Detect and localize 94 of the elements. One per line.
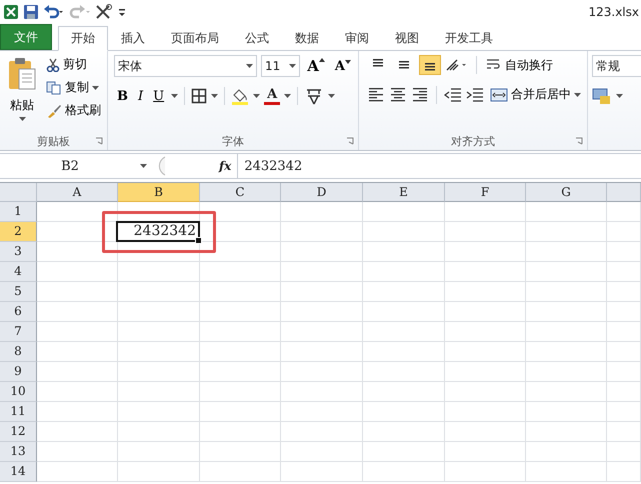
caret-icon[interactable]: [328, 94, 336, 98]
ribbon-tab[interactable]: 开始: [58, 26, 108, 51]
row-header[interactable]: 5: [0, 282, 37, 302]
row-header[interactable]: 8: [0, 342, 37, 362]
caret-icon[interactable]: [246, 64, 253, 68]
file-tab[interactable]: 文件: [0, 24, 52, 50]
column-header[interactable]: F: [445, 183, 526, 202]
cut-button[interactable]: 剪切: [44, 55, 103, 74]
spreadsheet-app-icon: [3, 4, 19, 20]
row-header[interactable]: 11: [0, 402, 37, 422]
caret-icon[interactable]: [92, 86, 99, 90]
dialog-launcher-icon[interactable]: [95, 137, 103, 145]
column-header[interactable]: D: [281, 183, 363, 202]
caret-icon[interactable]: [171, 94, 178, 98]
insert-function-button[interactable]: fx: [213, 159, 238, 173]
copy-button[interactable]: 复制: [44, 78, 103, 97]
caret-icon[interactable]: [253, 94, 260, 98]
ribbon-tab[interactable]: 插入: [108, 26, 158, 51]
row-header[interactable]: 4: [0, 262, 37, 282]
column-header[interactable]: [607, 183, 641, 202]
wrap-text-button[interactable]: 自动换行: [484, 56, 555, 74]
scissors-icon: [46, 58, 60, 72]
borders-icon[interactable]: [191, 88, 208, 104]
row-header[interactable]: 12: [0, 422, 37, 442]
paste-button[interactable]: 粘贴: [4, 55, 40, 128]
brush-icon: [46, 104, 62, 118]
caret-icon[interactable]: [574, 92, 581, 96]
column-header[interactable]: C: [200, 183, 281, 202]
font-name-field[interactable]: 宋体: [114, 55, 257, 77]
underline-button[interactable]: U: [150, 88, 168, 104]
column-header[interactable]: B: [118, 183, 200, 202]
caret-icon[interactable]: [211, 94, 218, 98]
merge-center-button[interactable]: 合并后居中: [488, 85, 583, 104]
increase-indent-icon[interactable]: [466, 88, 484, 102]
group-label: 字体: [222, 134, 244, 148]
font-color-button[interactable]: A: [264, 88, 280, 104]
formula-field[interactable]: 2432342: [237, 154, 641, 178]
font-size-field[interactable]: 11: [260, 55, 300, 77]
ribbon-tab[interactable]: 视图: [382, 26, 432, 51]
caret-icon[interactable]: [289, 64, 296, 68]
align-lines-icon: [425, 63, 435, 71]
horizontal-align-icon[interactable]: [411, 88, 429, 102]
caret-icon[interactable]: [18, 117, 26, 121]
row-header[interactable]: 10: [0, 382, 37, 402]
horizontal-align-icon[interactable]: [389, 88, 407, 102]
row-header[interactable]: 9: [0, 362, 37, 382]
caret-icon[interactable]: [616, 94, 623, 98]
group-label: 对齐方式: [451, 134, 495, 148]
row-header[interactable]: 7: [0, 322, 37, 342]
copy-icon: [46, 80, 62, 94]
tools-icon[interactable]: [95, 4, 113, 20]
column-header[interactable]: E: [363, 183, 445, 202]
row-header[interactable]: 2: [0, 222, 37, 242]
dialog-launcher-icon[interactable]: [575, 137, 583, 145]
ribbon-tab[interactable]: 公式: [232, 26, 282, 51]
window-title: 123.xlsx: [588, 5, 639, 19]
dialog-launcher-icon[interactable]: [346, 137, 354, 145]
shrink-font-button[interactable]: A: [332, 58, 354, 74]
currency-format-icon[interactable]: [592, 87, 612, 105]
name-box[interactable]: B2: [0, 158, 140, 174]
italic-button[interactable]: I: [135, 88, 146, 104]
clipboard-icon: [7, 57, 37, 91]
save-icon[interactable]: [23, 4, 39, 20]
fill-bucket-icon[interactable]: [231, 87, 250, 105]
column-header[interactable]: A: [37, 183, 118, 202]
merge-cells-icon: [490, 88, 508, 102]
align-lines-icon: [373, 59, 383, 67]
up-triangle-icon: [318, 58, 325, 62]
column-header[interactable]: G: [526, 183, 607, 202]
ribbon-tab[interactable]: 审阅: [332, 26, 382, 51]
align-lines-icon: [399, 61, 409, 69]
caret-icon[interactable]: [284, 94, 292, 98]
row-header[interactable]: 14: [0, 462, 37, 482]
horizontal-align-icon[interactable]: [367, 88, 385, 102]
number-format-field[interactable]: 常规: [592, 55, 641, 77]
row-header[interactable]: 6: [0, 302, 37, 322]
vertical-align-button[interactable]: [419, 55, 441, 75]
text-orientation-icon[interactable]: [445, 58, 469, 72]
bold-button[interactable]: B: [114, 88, 131, 104]
group-label: 剪贴板: [37, 134, 70, 148]
decrease-indent-icon[interactable]: [444, 88, 462, 102]
ribbon-tab[interactable]: 开发工具: [432, 26, 506, 51]
caret-icon[interactable]: [140, 164, 147, 168]
row-header[interactable]: 3: [0, 242, 37, 262]
fill-handle[interactable]: [195, 237, 202, 244]
format-painter-button[interactable]: 格式刷: [44, 101, 103, 120]
select-all-button[interactable]: [0, 183, 37, 202]
undo-icon[interactable]: [43, 4, 65, 20]
ribbon-tab[interactable]: 页面布局: [158, 26, 232, 51]
ribbon-tab[interactable]: 数据: [282, 26, 332, 51]
grow-font-button[interactable]: A: [304, 57, 328, 75]
row-header[interactable]: 1: [0, 202, 37, 222]
down-triangle-icon: [345, 60, 351, 64]
row-header[interactable]: 13: [0, 442, 37, 462]
